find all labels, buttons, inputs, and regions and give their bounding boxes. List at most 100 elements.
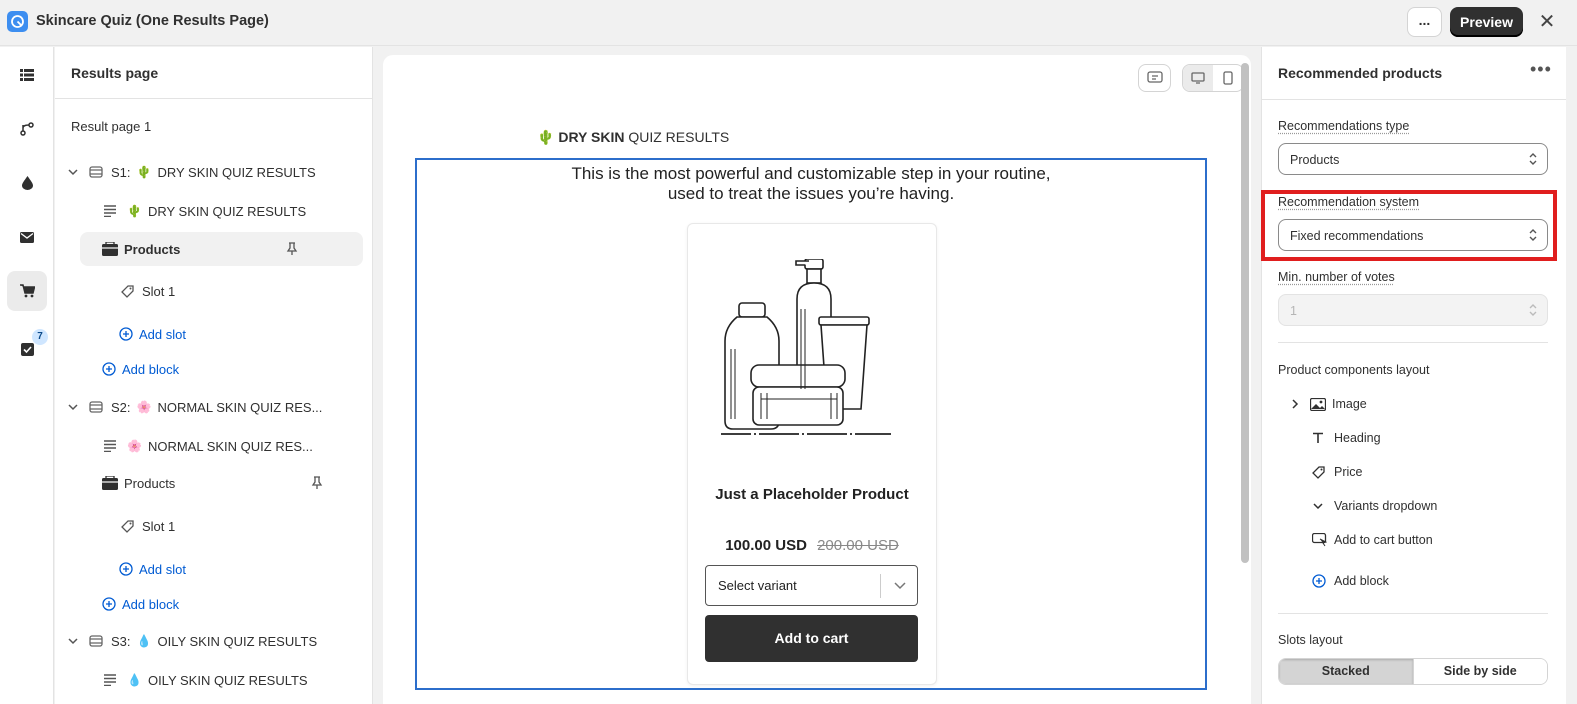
tag-icon	[121, 284, 134, 298]
branch-icon[interactable]	[7, 109, 47, 149]
text-icon	[104, 205, 116, 217]
description-line: This is the most powerful and customizab…	[571, 164, 1051, 183]
selected-block-frame[interactable]: This is the most powerful and customizab…	[415, 158, 1207, 690]
component-label: Add to cart button	[1334, 533, 1433, 547]
layout-label: Product components layout	[1278, 363, 1430, 377]
list-icon[interactable]	[7, 55, 47, 95]
flower-icon: 🌸	[127, 439, 142, 453]
add-block-button[interactable]: Add block	[102, 352, 179, 386]
add-to-cart-button[interactable]: Add to cart	[705, 615, 918, 662]
section-item[interactable]: S2: 🌸 NORMAL SKIN QUIZ RES...	[67, 390, 322, 424]
section-icon	[89, 635, 103, 647]
image-icon	[1310, 397, 1330, 411]
chevron-down-icon[interactable]	[67, 403, 79, 411]
chevron-down-icon[interactable]	[67, 168, 79, 176]
chevron-down-icon	[894, 582, 906, 590]
preview-canvas-area: 🌵 DRY SKIN QUIZ RESULTS This is the most…	[374, 47, 1260, 704]
description-line: used to treat the issues you’re having.	[667, 184, 955, 203]
panel-title: Results page	[71, 65, 159, 81]
plus-circle-icon	[119, 562, 133, 576]
product-title: Just a Placeholder Product	[715, 486, 909, 503]
text-block-label: OILY SKIN QUIZ RESULTS	[147, 672, 308, 688]
tasks-icon[interactable]: 7	[7, 323, 48, 363]
text-icon	[104, 674, 116, 686]
component-add-to-cart[interactable]: Add to cart button	[1312, 527, 1433, 553]
settings-panel: Recommended products ••• Recommendations…	[1261, 47, 1567, 704]
cactus-icon: 🌵	[136, 165, 152, 179]
pin-icon[interactable]	[311, 476, 323, 490]
heading-rest: QUIZ RESULTS	[628, 129, 730, 145]
text-block-item[interactable]: 🌵 DRY SKIN QUIZ RESULTS	[103, 194, 306, 228]
section-name: DRY SKIN QUIZ RESULTS	[157, 164, 316, 180]
select-arrows-icon	[1529, 153, 1537, 165]
result-page-item[interactable]: Result page 1	[71, 109, 151, 143]
section-item[interactable]: S1: 🌵 DRY SKIN QUIZ RESULTS	[67, 155, 316, 189]
more-button[interactable]: ...	[1407, 7, 1442, 37]
pin-icon[interactable]	[286, 242, 298, 256]
panel-title: Recommended products	[1278, 65, 1443, 81]
drop-icon[interactable]	[7, 163, 47, 203]
preview-button[interactable]: Preview	[1450, 7, 1523, 37]
add-slot-label: Add slot	[139, 326, 186, 342]
compare-price: 200.00 USD	[817, 537, 899, 554]
products-block-item[interactable]: Products	[80, 232, 363, 266]
droplet-icon: 💧	[136, 634, 152, 648]
button-cursor-icon	[1312, 533, 1332, 547]
plus-circle-icon	[102, 597, 116, 611]
products-block-item[interactable]: Products	[102, 466, 363, 500]
text-block-item[interactable]: 💧 OILY SKIN QUIZ RESULTS	[103, 663, 308, 697]
text-block-item[interactable]: 🌸 NORMAL SKIN QUIZ RES...	[103, 429, 313, 463]
tasks-badge: 7	[32, 329, 48, 345]
section-item[interactable]: S3: 💧 OILY SKIN QUIZ RESULTS	[67, 624, 317, 658]
section-icon	[89, 166, 103, 178]
divider	[1278, 613, 1548, 614]
heading-bold: DRY SKIN	[558, 129, 625, 145]
section-label: S3:	[111, 633, 131, 649]
slot-item[interactable]: Slot 1	[121, 509, 175, 543]
side-by-side-option[interactable]: Side by side	[1412, 659, 1547, 684]
mobile-icon[interactable]	[1213, 65, 1243, 91]
add-slot-button[interactable]: Add slot	[119, 552, 186, 586]
component-image[interactable]: Image	[1290, 391, 1367, 417]
chevron-down-icon[interactable]	[67, 637, 79, 645]
preview-canvas: 🌵 DRY SKIN QUIZ RESULTS This is the most…	[383, 55, 1251, 704]
component-price[interactable]: Price	[1312, 459, 1362, 485]
close-icon[interactable]: ✕	[1537, 10, 1557, 34]
slot-item[interactable]: Slot 1	[121, 274, 175, 308]
email-icon[interactable]	[7, 217, 47, 257]
price-row: 100.00 USD 200.00 USD	[688, 537, 936, 554]
component-label: Heading	[1334, 431, 1381, 445]
heading-icon	[1312, 432, 1332, 444]
product-card[interactable]: Just a Placeholder Product 100.00 USD 20…	[687, 223, 937, 685]
inspector-toggle-icon[interactable]	[1138, 64, 1171, 92]
select-arrows-icon	[1529, 304, 1537, 316]
stacked-option[interactable]: Stacked	[1279, 659, 1413, 684]
section-heading: 🌵 DRY SKIN QUIZ RESULTS	[537, 129, 729, 146]
product-price: 100.00 USD	[725, 537, 807, 554]
add-slot-button[interactable]: Add slot	[119, 317, 186, 351]
rec-type-label: Recommendations type	[1278, 119, 1410, 133]
cactus-icon: 🌵	[127, 204, 142, 218]
canvas-scrollbar[interactable]	[1241, 63, 1249, 563]
rec-type-select[interactable]: Products	[1278, 143, 1548, 175]
variant-dropdown[interactable]: Select variant	[705, 565, 918, 606]
min-votes-select[interactable]: 1	[1278, 294, 1548, 326]
slots-layout-label: Slots layout	[1278, 633, 1343, 647]
component-heading[interactable]: Heading	[1312, 425, 1381, 451]
component-variants[interactable]: Variants dropdown	[1312, 493, 1437, 519]
desktop-icon[interactable]	[1183, 65, 1213, 91]
results-tree-panel: Results page Result page 1 S1: 🌵 DRY SKI…	[55, 47, 373, 704]
chevron-right-icon[interactable]	[1290, 398, 1300, 410]
add-block-label: Add block	[1334, 574, 1389, 588]
more-options-icon[interactable]: •••	[1530, 59, 1552, 80]
text-block-label: DRY SKIN QUIZ RESULTS	[147, 203, 307, 219]
divider	[1278, 342, 1548, 343]
add-block-button[interactable]: Add block	[102, 587, 179, 621]
panel-scrollbar[interactable]	[1566, 47, 1577, 704]
dropdown-divider	[880, 574, 881, 598]
component-label: Variants dropdown	[1334, 499, 1438, 513]
cactus-icon: 🌵	[537, 129, 555, 145]
add-block-button[interactable]: Add block	[1312, 568, 1389, 594]
cart-icon[interactable]	[7, 271, 47, 311]
droplet-icon: 💧	[127, 673, 142, 687]
